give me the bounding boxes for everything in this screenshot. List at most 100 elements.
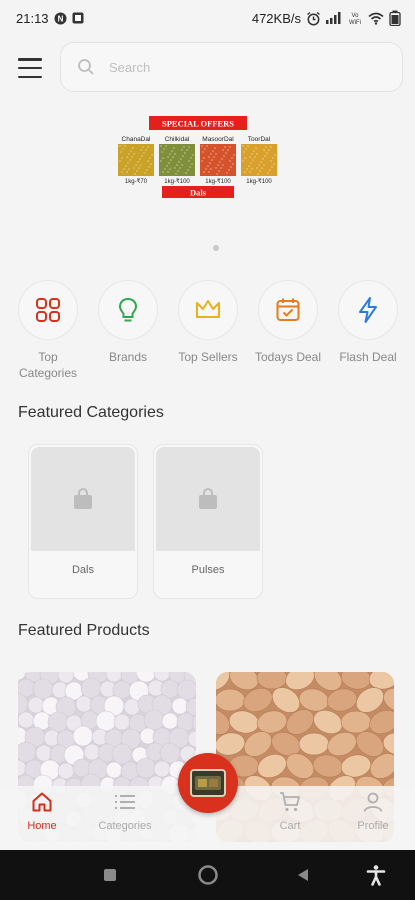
banner-item-name: ChanaDal [122,136,151,143]
banner-grain [224,151,228,155]
sabudana-pearl [95,710,117,732]
banner-grain [260,166,264,170]
category-card-dals[interactable]: Dals [28,444,138,599]
quick-menu-top-sellers[interactable]: Top Sellers [168,280,248,365]
banner-grain [186,168,190,172]
banner-grain [209,167,213,171]
app-header [0,42,415,94]
user-icon [363,792,383,812]
banner-grain [159,144,163,148]
banner-grain [244,147,248,151]
quick-menu-flash-deal[interactable]: Flash Deal [328,280,408,365]
banner-grain [119,150,123,154]
shop-fab-button[interactable] [178,753,238,813]
quick-menu-label: Flash Deal [339,350,397,364]
sabudana-pearl [72,725,94,747]
placeholder-bag-icon [31,447,135,551]
categories-grid-icon [18,280,78,340]
banner-grain [245,167,249,171]
banner-grain [231,162,235,166]
banner-grain [132,166,136,170]
banner-items: ChanaDal 1kg-₹70 Chilkidal 1kg-₹100 MasoorDa… [118,136,277,185]
banner-grain [163,167,167,171]
banner-grain [272,162,276,166]
banner-grain [225,171,229,175]
banner-grain [219,166,223,170]
recents-icon[interactable] [97,862,123,888]
banner-grain [262,148,266,152]
banner-grain [207,170,211,174]
banner-grain [214,166,218,170]
banner-grain [230,156,234,160]
banner-grain [140,154,144,158]
status-right: 472KB/s Vo WiFi [252,10,401,26]
banner-grain [221,163,225,167]
nav-categories[interactable]: Categories [85,786,165,850]
quick-menu-top-categories[interactable]: Top Categories [8,280,88,381]
search-input[interactable] [109,59,359,75]
banner-grain [127,152,131,156]
banner-item-price: 1kg-₹100 [164,178,190,185]
accessibility-icon[interactable] [363,862,389,888]
lightning-icon [338,280,398,340]
banner-grain [173,166,177,170]
banner-grain [200,144,204,148]
category-card-pulses[interactable]: Pulses [153,444,263,599]
quick-menu-brands[interactable]: Brands [88,280,168,365]
home-circle-icon[interactable] [195,862,221,888]
nav-home[interactable]: Home [2,786,82,850]
banner-grain [134,163,138,167]
sabudana-pearl [105,761,123,779]
banner-grain [261,157,265,161]
sabudana-pearl [153,760,171,778]
offer-banner[interactable]: SPECIAL OFFERS ChanaDal 1kg-₹70 Chilkidal 1… [116,114,282,200]
banner-grain [241,144,245,148]
nav-label: Profile [357,820,389,832]
quick-menu-todays-deal[interactable]: Todays Deal [248,280,328,365]
banner-grain [258,169,262,173]
sabudana-pearl [83,743,101,761]
back-icon[interactable] [290,862,316,888]
banner-grain [141,145,145,149]
banner-grain [135,169,139,173]
banner-grain [268,168,272,172]
quick-menu-label: Top Sellers [178,350,238,364]
banner-grain [124,164,128,168]
peanut-kernel [216,688,246,712]
banner-grain [229,165,233,169]
nav-label: Cart [279,820,301,832]
banner-grain [273,153,277,157]
banner-grain [118,144,122,148]
banner-grain [205,144,209,148]
banner-grain [171,155,175,159]
sabudana-pearl [75,695,93,713]
sabudana-pearl [80,677,102,699]
banner-grain [213,146,217,150]
nav-cart[interactable]: Cart [250,786,330,850]
quick-menu: Top Categories Brands Top Sellers Todays… [0,280,415,390]
banner-grain [137,166,141,170]
banner-grain [228,145,232,149]
sabudana-pearl [111,743,133,765]
banner-grain [132,152,136,156]
banner-grain [203,147,207,151]
banner-grain [191,153,195,157]
sabudana-pearl [113,713,131,731]
banner-grain [168,167,172,171]
banner-grain [160,150,164,154]
banner-grain [243,170,247,174]
sabudana-pearl [161,712,179,730]
banner-grain [222,154,226,158]
carousel-indicator [213,245,219,251]
sabudana-pearl [18,741,37,763]
banner-grain [166,155,170,159]
banner-grain [188,165,192,169]
banner-grain [200,159,204,163]
banner-grain [183,151,187,155]
lightbulb-icon [98,280,158,340]
nav-profile[interactable]: Profile [333,786,413,850]
search-bar[interactable] [60,42,403,92]
banner-grain [207,155,211,159]
banner-grain [226,148,230,152]
hamburger-icon[interactable] [18,58,42,78]
